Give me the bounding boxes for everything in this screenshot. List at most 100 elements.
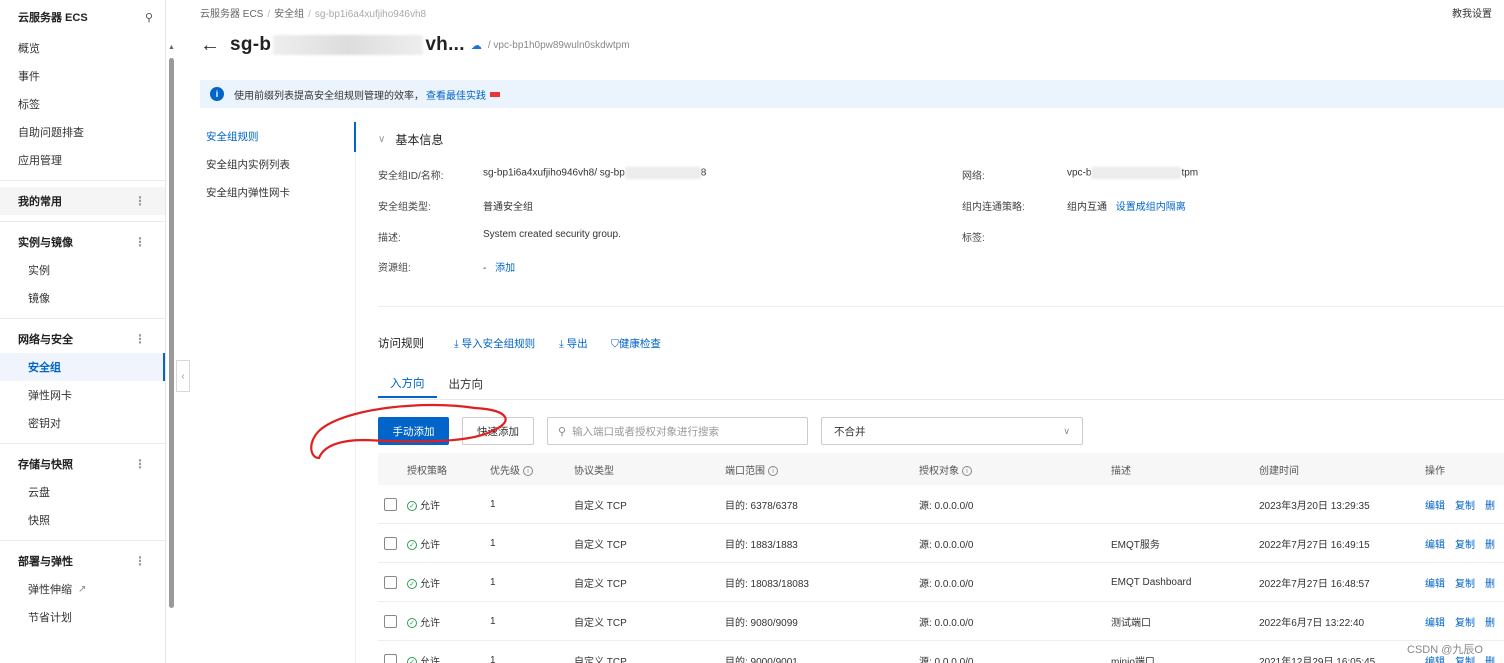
more-icon[interactable]: ⋮ [134,194,146,208]
table-row[interactable]: ✓ 允许 1 自定义 TCP 目的: 1883/1883 源: 0.0.0.0/0… [378,524,1504,563]
sidebar-item-disks[interactable]: 云盘 [0,478,165,506]
edit-link[interactable]: 编辑 [1425,540,1445,551]
tab-inbound[interactable]: 入方向 [378,370,437,398]
sidebar-scrollbar[interactable] [169,58,174,608]
add-resource-group-link[interactable]: 添加 [495,263,515,274]
check-circle-icon: ✓ [407,656,417,663]
export-link[interactable]: ⤓ 导出 [559,336,588,351]
sidebar-item-keypair[interactable]: 密钥对 [0,409,165,437]
edit-link[interactable]: 编辑 [1425,579,1445,590]
search-input[interactable]: ⚲ 输入端口或者授权对象进行搜索 [547,417,808,445]
sidebar-item-eni[interactable]: 弹性网卡 [0,381,165,409]
tab-outbound[interactable]: 出方向 [437,370,496,398]
rules-table: 授权策略 优先级 i 协议类型 端口范围 i 授权对象 i 描述 创建时间 操作 ✓ 允… [378,453,1504,663]
vpc-subtitle[interactable]: / vpc-bp1h0pw89wuln0skdwtpm [488,40,630,51]
col-priority-label: 优先级 [490,465,520,477]
row-checkbox[interactable] [384,614,397,628]
merge-select[interactable]: 不合并 ∨ [821,417,1083,445]
sidebar-item-images[interactable]: 镜像 [0,284,165,312]
page-title: sg-b vh... [230,34,465,56]
subnav-rules[interactable]: 安全组规则 [200,122,356,150]
best-practice-link[interactable]: 查看最佳实践 [426,87,486,102]
copy-link[interactable]: 复制 [1455,501,1475,512]
resource-group-label: 资源组: [378,263,411,274]
sidebar-item-savings-plan[interactable]: 节省计划 [0,603,165,631]
row-checkbox[interactable] [384,536,397,550]
edit-link[interactable]: 编辑 [1425,618,1445,629]
network-label: 网络: [962,171,985,182]
sidebar-group-storage[interactable]: 存储与快照 ⋮ [0,450,165,478]
sidebar-group-instances[interactable]: 实例与镜像 ⋮ [0,228,165,256]
external-link-icon: ↗ [78,583,87,595]
shield-check-icon: ⛉ [611,338,619,350]
import-rules-link[interactable]: ⤓ 导入安全组规则 [454,336,535,351]
delete-link[interactable]: 删 [1485,579,1495,590]
subnav-eni[interactable]: 安全组内弹性网卡 [200,178,356,206]
copy-link[interactable]: 复制 [1455,618,1475,629]
merge-select-value: 不合并 [834,425,866,438]
rules-title: 访问规则 [378,338,424,350]
group-label: 部署与弹性 [18,556,73,568]
col-source: 授权对象 i [919,462,972,477]
manual-add-button[interactable]: 手动添加 [378,417,449,445]
scroll-up-icon[interactable]: ▲ [168,44,175,51]
more-icon[interactable]: ⋮ [134,235,146,249]
basic-info-section[interactable]: ∨ 基本信息 [378,131,443,148]
sidebar-item-autoscaling[interactable]: 弹性伸缩 ↗ [0,575,165,603]
help-icon[interactable]: i [962,465,972,476]
copy-link[interactable]: 复制 [1455,540,1475,551]
search-icon[interactable]: ⚲ [145,11,153,24]
subnav: 安全组规则 安全组内实例列表 安全组内弹性网卡 [200,122,356,206]
row-checkbox[interactable] [384,653,397,663]
sidebar-item-tags[interactable]: 标签 [0,90,165,118]
network-value[interactable]: vpc-b tpm [1067,167,1198,179]
edit-link[interactable]: 编辑 [1425,657,1445,663]
more-icon[interactable]: ⋮ [134,457,146,471]
import-rules-label: 导入安全组规则 [461,338,536,350]
copy-link[interactable]: 复制 [1455,657,1475,663]
import-icon: ⤓ [454,338,459,350]
group-label: 网络与安全 [18,334,73,346]
row-checkbox[interactable] [384,575,397,589]
desc-cell: 测试端口 [1111,617,1151,629]
policy-text: 组内互通 [1067,202,1107,213]
breadcrumb-mid[interactable]: 安全组 [274,9,304,20]
more-icon[interactable]: ⋮ [134,554,146,568]
collapse-sidebar-button[interactable]: ‹ [176,360,190,392]
delete-link[interactable]: 删 [1485,657,1495,663]
back-arrow-icon[interactable]: ← [200,35,220,55]
sidebar-item-security-group[interactable]: 安全组 [0,353,165,381]
sidebar-group-network[interactable]: 网络与安全 ⋮ [0,325,165,353]
breadcrumb-root[interactable]: 云服务器 ECS [200,9,263,20]
edit-link[interactable]: 编辑 [1425,501,1445,512]
delete-link[interactable]: 删 [1485,501,1495,512]
row-checkbox[interactable] [384,497,397,511]
set-isolation-link[interactable]: 设置成组内隔离 [1116,202,1186,213]
subnav-instances[interactable]: 安全组内实例列表 [200,150,356,178]
table-row[interactable]: ✓ 允许 1 自定义 TCP 目的: 9080/9099 源: 0.0.0.0/0… [378,602,1504,641]
sidebar-item-instances[interactable]: 实例 [0,256,165,284]
settings-link[interactable]: 教我设置 [1452,5,1492,20]
sidebar-item-troubleshoot[interactable]: 自助问题排查 [0,118,165,146]
sidebar-group-my-common[interactable]: 我的常用 ⋮ [0,187,165,215]
delete-link[interactable]: 删 [1485,540,1495,551]
table-row[interactable]: ✓ 允许 1 自定义 TCP 目的: 9000/9001 源: 0.0.0.0/0… [378,641,1504,663]
table-row[interactable]: ✓ 允许 1 自定义 TCP 目的: 18083/18083 源: 0.0.0.0… [378,563,1504,602]
delete-link[interactable]: 删 [1485,618,1495,629]
help-icon[interactable]: i [768,465,778,476]
sidebar-item-events[interactable]: 事件 [0,62,165,90]
copy-link[interactable]: 复制 [1455,579,1475,590]
quick-add-button[interactable]: 快速添加 [462,417,534,445]
chevron-down-icon[interactable]: ∨ [378,134,385,145]
priority-cell: 1 [490,615,496,627]
source-cell: 源: 0.0.0.0/0 [919,500,974,512]
more-icon[interactable]: ⋮ [134,332,146,346]
sidebar-group-deploy[interactable]: 部署与弹性 ⋮ [0,547,165,575]
health-check-link[interactable]: ⛉健康检查 [611,336,661,351]
sidebar-item-overview[interactable]: 概览 [0,34,165,62]
sidebar-item-snapshots[interactable]: 快照 [0,506,165,534]
help-icon[interactable]: i [523,465,533,476]
resource-group-dash: - [483,263,487,274]
sidebar-item-apps[interactable]: 应用管理 [0,146,165,174]
table-row[interactable]: ✓ 允许 1 自定义 TCP 目的: 6378/6378 源: 0.0.0.0/0… [378,485,1504,524]
